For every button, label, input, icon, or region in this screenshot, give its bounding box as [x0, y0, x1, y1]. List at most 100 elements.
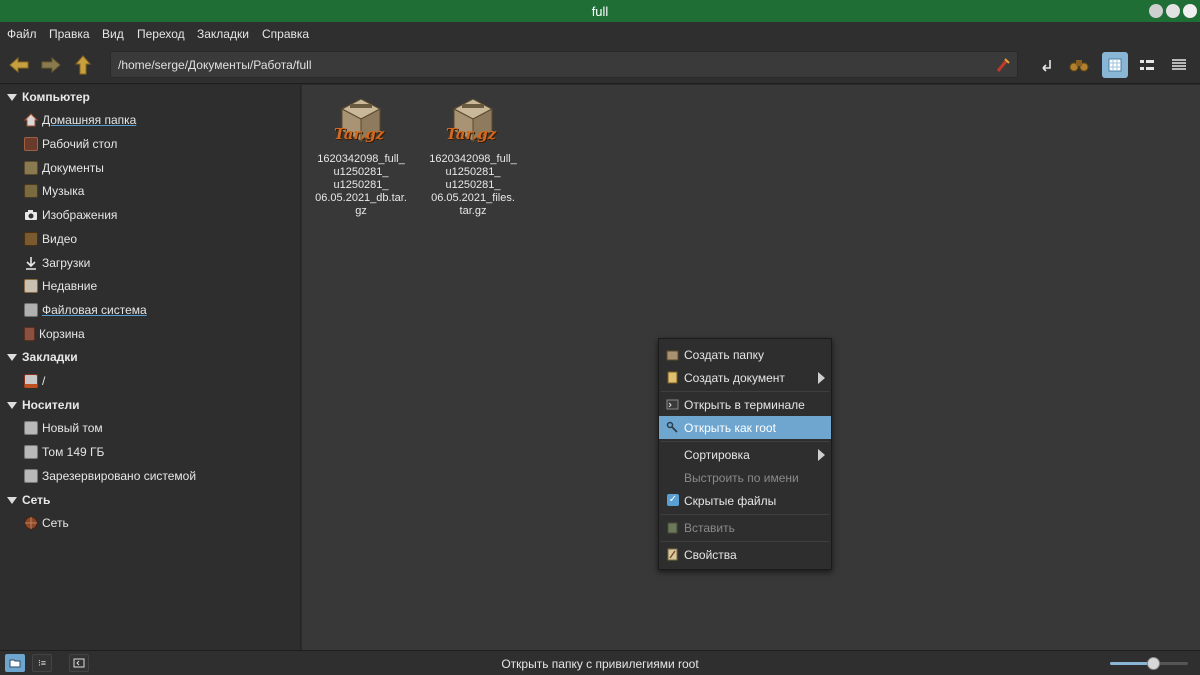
filesystem-icon	[24, 303, 38, 317]
archive-badge: Tar.gz	[446, 125, 497, 143]
drive-icon	[24, 469, 38, 483]
drive-icon	[24, 445, 38, 459]
desktop-icon	[24, 137, 38, 151]
sidebar-item-pictures[interactable]: Изображения	[24, 206, 117, 224]
sidebar-item-music[interactable]: Музыка	[24, 182, 84, 200]
expander-icon[interactable]	[7, 353, 17, 361]
expander-icon[interactable]	[7, 93, 17, 101]
back-button[interactable]	[6, 52, 32, 78]
drive-icon	[24, 421, 38, 435]
menu-help[interactable]: Справка	[262, 27, 309, 41]
archive-badge: Tar.gz	[334, 125, 385, 143]
file-item[interactable]: Tar.gz 1620342098_full_ u1250281_ u12502…	[414, 95, 532, 218]
home-icon	[24, 113, 38, 127]
terminal-icon	[666, 399, 679, 410]
sidebar-item-recent[interactable]: Недавние	[24, 277, 97, 295]
location-bar[interactable]: /home/serge/Документы/Работа/full	[110, 51, 1018, 78]
location-path[interactable]: /home/serge/Документы/Работа/full	[118, 58, 312, 72]
expander-icon[interactable]	[7, 401, 17, 409]
compact-view-icon	[1172, 59, 1186, 70]
clear-location-icon[interactable]	[995, 57, 1011, 73]
sidebar: Компьютер Домашняя папка Рабочий стол До…	[0, 85, 301, 650]
status-bar: ⁝≡ Открыть папку с привилегиями root	[0, 650, 1200, 675]
title-bar: full	[0, 0, 1200, 22]
menu-view[interactable]: Вид	[102, 27, 124, 41]
sidebar-item-documents[interactable]: Документы	[24, 159, 104, 177]
menu-item-create-document[interactable]: Создать документ	[659, 366, 831, 389]
file-item[interactable]: Tar.gz 1620342098_full_ u1250281_ u12502…	[302, 95, 420, 218]
menu-item-sort[interactable]: Сортировка	[659, 443, 831, 466]
zoom-slider-handle[interactable]	[1146, 657, 1160, 670]
close-button[interactable]	[1183, 4, 1197, 18]
toggle-location-button[interactable]	[1034, 52, 1060, 78]
menu-item-open-terminal[interactable]: Открыть в терминале	[659, 393, 831, 416]
search-button[interactable]	[1066, 52, 1092, 78]
sidebar-item-video[interactable]: Видео	[24, 230, 77, 248]
menu-item-open-as-root[interactable]: Открыть как root	[659, 416, 831, 439]
menu-go[interactable]: Переход	[137, 27, 185, 41]
menu-separator	[661, 514, 829, 515]
forward-button[interactable]	[38, 52, 64, 78]
menu-file[interactable]: Файл	[7, 27, 37, 41]
sidebar-item-filesystem[interactable]: Файловая система	[24, 301, 147, 319]
sidebar-item-drive-new-volume[interactable]: Новый том	[24, 419, 103, 437]
sidebar-item-desktop[interactable]: Рабочий стол	[24, 135, 117, 153]
context-menu: Создать папку Создать документ Открыть в…	[658, 338, 832, 570]
minimize-button[interactable]	[1149, 4, 1163, 18]
sidebar-item-bookmark-root[interactable]: /	[24, 372, 45, 390]
sidebar-item-home[interactable]: Домашняя папка	[24, 111, 136, 129]
properties-icon	[667, 548, 678, 561]
camera-icon	[25, 210, 37, 220]
arrow-left-icon	[9, 57, 29, 73]
sidebar-item-drive-149gb[interactable]: Том 149 ГБ	[24, 443, 104, 461]
sidebar-item-network[interactable]: Сеть	[24, 514, 69, 532]
sidebar-section-computer[interactable]: Компьютер	[7, 90, 90, 104]
up-button[interactable]	[70, 52, 96, 78]
archive-tar-gz-icon: Tar.gz	[444, 95, 502, 147]
grid-view-icon	[1108, 58, 1122, 72]
list-view-icon	[1140, 60, 1154, 70]
maximize-button[interactable]	[1166, 4, 1180, 18]
documents-icon	[24, 161, 38, 175]
menu-bookmarks[interactable]: Закладки	[197, 27, 249, 41]
trash-icon	[24, 327, 35, 341]
sidebar-item-downloads[interactable]: Загрузки	[24, 254, 90, 272]
menu-item-create-folder[interactable]: Создать папку	[659, 343, 831, 366]
file-name: 1620342098_full_ u1250281_ u1250281_ 06.…	[315, 153, 407, 217]
zoom-slider[interactable]	[1110, 657, 1188, 670]
document-new-icon	[667, 371, 678, 384]
sidebar-item-drive-reserved[interactable]: Зарезервировано системой	[24, 467, 196, 485]
menu-item-properties[interactable]: Свойства	[659, 543, 831, 566]
window-title: full	[591, 4, 609, 19]
sidebar-section-bookmarks[interactable]: Закладки	[7, 350, 78, 364]
menu-separator	[661, 441, 829, 442]
list-view-button[interactable]	[1134, 52, 1160, 78]
sidebar-section-devices[interactable]: Носители	[7, 398, 79, 412]
submenu-arrow-icon	[818, 372, 825, 384]
binoculars-icon	[1069, 60, 1089, 72]
recent-icon	[24, 279, 38, 293]
arrow-right-icon	[41, 57, 61, 73]
menu-bar: Файл Правка Вид Переход Закладки Справка	[0, 22, 1200, 46]
toolbar: /home/serge/Документы/Работа/full	[0, 46, 1200, 84]
location-toggle-icon	[1042, 60, 1051, 72]
submenu-arrow-icon	[818, 449, 825, 461]
menu-separator	[661, 541, 829, 542]
bookmark-folder-icon	[24, 374, 38, 388]
icon-view-button[interactable]	[1102, 52, 1128, 78]
video-icon	[24, 232, 38, 246]
menu-edit[interactable]: Правка	[49, 27, 90, 41]
expander-icon[interactable]	[7, 496, 17, 504]
file-name: 1620342098_full_ u1250281_ u1250281_ 06.…	[429, 153, 517, 217]
menu-item-arrange-by-name: Выстроить по имени	[684, 470, 799, 485]
archive-tar-gz-icon: Tar.gz	[332, 95, 390, 147]
checkbox-checked-icon[interactable]: ✓	[667, 494, 679, 506]
root-key-icon	[666, 421, 678, 433]
menu-item-hidden-files[interactable]: ✓ Скрытые файлы	[659, 489, 831, 512]
compact-view-button[interactable]	[1166, 52, 1192, 78]
sidebar-item-trash[interactable]: Корзина	[24, 325, 85, 343]
menu-item-paste: Вставить	[659, 516, 831, 539]
folder-new-icon	[666, 350, 679, 361]
sidebar-section-network[interactable]: Сеть	[7, 493, 50, 507]
network-icon	[24, 516, 38, 530]
